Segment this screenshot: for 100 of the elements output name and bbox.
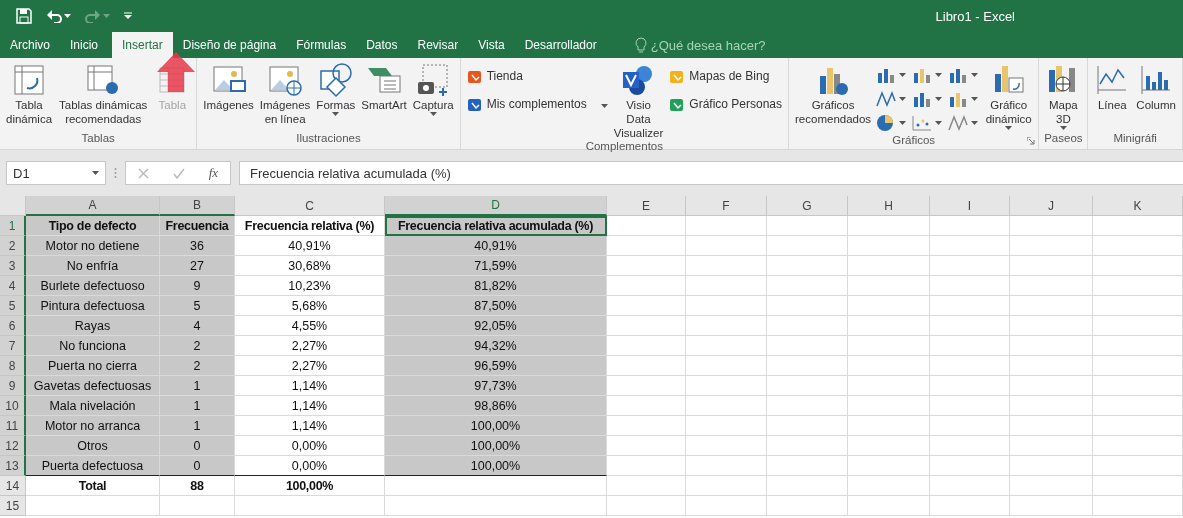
column-header[interactable]: H [848, 196, 930, 216]
annotation-arrow-overlay [156, 52, 196, 92]
table-cell: Total [26, 476, 160, 496]
ribbon-button[interactable]: Gráficos recomendados [793, 58, 874, 134]
ribbon-button[interactable]: SmartArt [359, 58, 409, 132]
ribbon-button[interactable]: Column [1134, 58, 1178, 132]
row-header[interactable]: 13 [0, 456, 26, 476]
pivot-table-icon [11, 62, 47, 98]
table-cell: 1,14% [235, 376, 385, 396]
column-header[interactable]: A [26, 196, 160, 216]
row-header[interactable]: 3 [0, 256, 26, 276]
caret-icon [64, 14, 71, 18]
ribbon-button[interactable]: Imágenes [201, 58, 256, 132]
column-header[interactable]: I [930, 196, 1010, 216]
grip-dots-icon [114, 167, 117, 179]
row-header[interactable]: 6 [0, 316, 26, 336]
table-cell: 1 [160, 396, 235, 416]
table-cell: 2,27% [235, 356, 385, 376]
ribbon-button[interactable]: Captura [410, 58, 456, 132]
dialog-launcher-icon[interactable] [1027, 137, 1036, 145]
column-header[interactable]: K [1093, 196, 1183, 216]
column-header[interactable]: E [607, 196, 686, 216]
column-header[interactable]: C [235, 196, 385, 216]
ribbon-tab[interactable]: Diseño de página [172, 32, 287, 58]
table-cell: 10,23% [235, 276, 385, 296]
check-icon[interactable] [172, 167, 185, 179]
table-cell: Rayas [26, 316, 160, 336]
ribbon-tab[interactable]: Datos [356, 32, 408, 58]
table-cell: Motor no detiene [26, 236, 160, 256]
row-header[interactable]: 9 [0, 376, 26, 396]
table-cell: No enfría [26, 256, 160, 276]
row-header[interactable]: 12 [0, 436, 26, 456]
table-cell: 5 [160, 296, 235, 316]
column-header[interactable]: D [385, 196, 607, 216]
table-cell: 2 [160, 336, 235, 356]
row-header[interactable]: 2 [0, 236, 26, 256]
ribbon-button[interactable]: Mapas de Bing [667, 66, 785, 86]
table-cell: 40,91% [235, 236, 385, 256]
table-cell: 0,00% [235, 456, 385, 476]
ribbon-button[interactable]: Imágenes en línea [257, 58, 313, 132]
table-cell: 2 [160, 356, 235, 376]
radar-chart-icon [947, 114, 970, 132]
customize-toolbar-button[interactable] [122, 10, 134, 22]
ribbon-button[interactable]: Mapa 3D [1043, 58, 1084, 132]
ribbon-button[interactable]: Mis complementos [464, 94, 610, 114]
ribbon-tab[interactable]: Revisar [407, 32, 469, 58]
caret-icon [971, 73, 979, 77]
undo-icon [46, 9, 62, 23]
ribbon-tab[interactable]: Insertar [112, 32, 173, 58]
ribbon-button[interactable]: Tablas dinámicas recomendadas [56, 58, 151, 132]
table-cell: 40,91% [385, 236, 607, 256]
column-header[interactable]: B [160, 196, 235, 216]
row-header[interactable]: 8 [0, 356, 26, 376]
table-cell: 98,86% [385, 396, 607, 416]
save-icon [16, 8, 32, 24]
table-cell: 0 [160, 436, 235, 456]
ribbon-tab[interactable]: Desarrollador [514, 32, 607, 58]
shapes-icon [317, 62, 354, 98]
line-chart-icon [875, 90, 898, 108]
ribbon-tab[interactable]: Vista [468, 32, 515, 58]
caret-icon [899, 97, 907, 101]
ribbon-button[interactable]: Formas [314, 58, 358, 132]
caret-icon [935, 121, 943, 125]
row-header[interactable]: 11 [0, 416, 26, 436]
caret-icon [1059, 126, 1067, 130]
caret-icon [935, 97, 943, 101]
ribbon-tab[interactable]: Inicio [60, 32, 109, 58]
row-header[interactable]: 15 [0, 496, 26, 516]
table-cell: 81,82% [385, 276, 607, 296]
column-header[interactable]: F [686, 196, 767, 216]
tell-me-field[interactable]: ¿Qué desea hacer? [650, 37, 766, 53]
caret-icon [899, 73, 907, 77]
row-header[interactable]: 5 [0, 296, 26, 316]
column-header[interactable]: J [1010, 196, 1093, 216]
name-box[interactable]: D1 [6, 161, 106, 185]
table-cell: Puerta no cierra [26, 356, 160, 376]
scatter-chart-icon [911, 114, 934, 132]
column-header[interactable]: G [767, 196, 848, 216]
row-header[interactable]: 7 [0, 336, 26, 356]
table-cell: 100,00% [385, 436, 607, 456]
ribbon-tab[interactable]: Archivo [0, 32, 60, 58]
row-header[interactable]: 10 [0, 396, 26, 416]
ribbon-button[interactable]: Gráfico Personas [667, 94, 785, 114]
ribbon-button[interactable]: Gráfico dinámico [983, 58, 1035, 134]
ribbon-tab[interactable]: Fórmulas [286, 32, 357, 58]
ribbon-button[interactable]: Visio Data Visualizer [611, 58, 666, 140]
row-header[interactable]: 14 [0, 476, 26, 496]
lightbulb-icon [634, 37, 647, 53]
row-header[interactable]: 1 [0, 216, 26, 236]
row-header[interactable]: 4 [0, 276, 26, 296]
caret-icon [332, 112, 340, 116]
caret-icon [935, 73, 943, 77]
table-cell: 5,68% [235, 296, 385, 316]
ribbon-button[interactable]: Línea [1092, 58, 1133, 132]
ribbon-button[interactable]: Tienda [464, 66, 610, 86]
formula-input[interactable]: Frecuencia relativa acumulada (%) [239, 161, 1183, 185]
insert-function-button[interactable]: fx [208, 165, 219, 181]
ribbon-button[interactable]: Tabla dinámica [4, 58, 55, 132]
save-button[interactable] [14, 6, 34, 26]
table-cell: Pintura defectuosa [26, 296, 160, 316]
